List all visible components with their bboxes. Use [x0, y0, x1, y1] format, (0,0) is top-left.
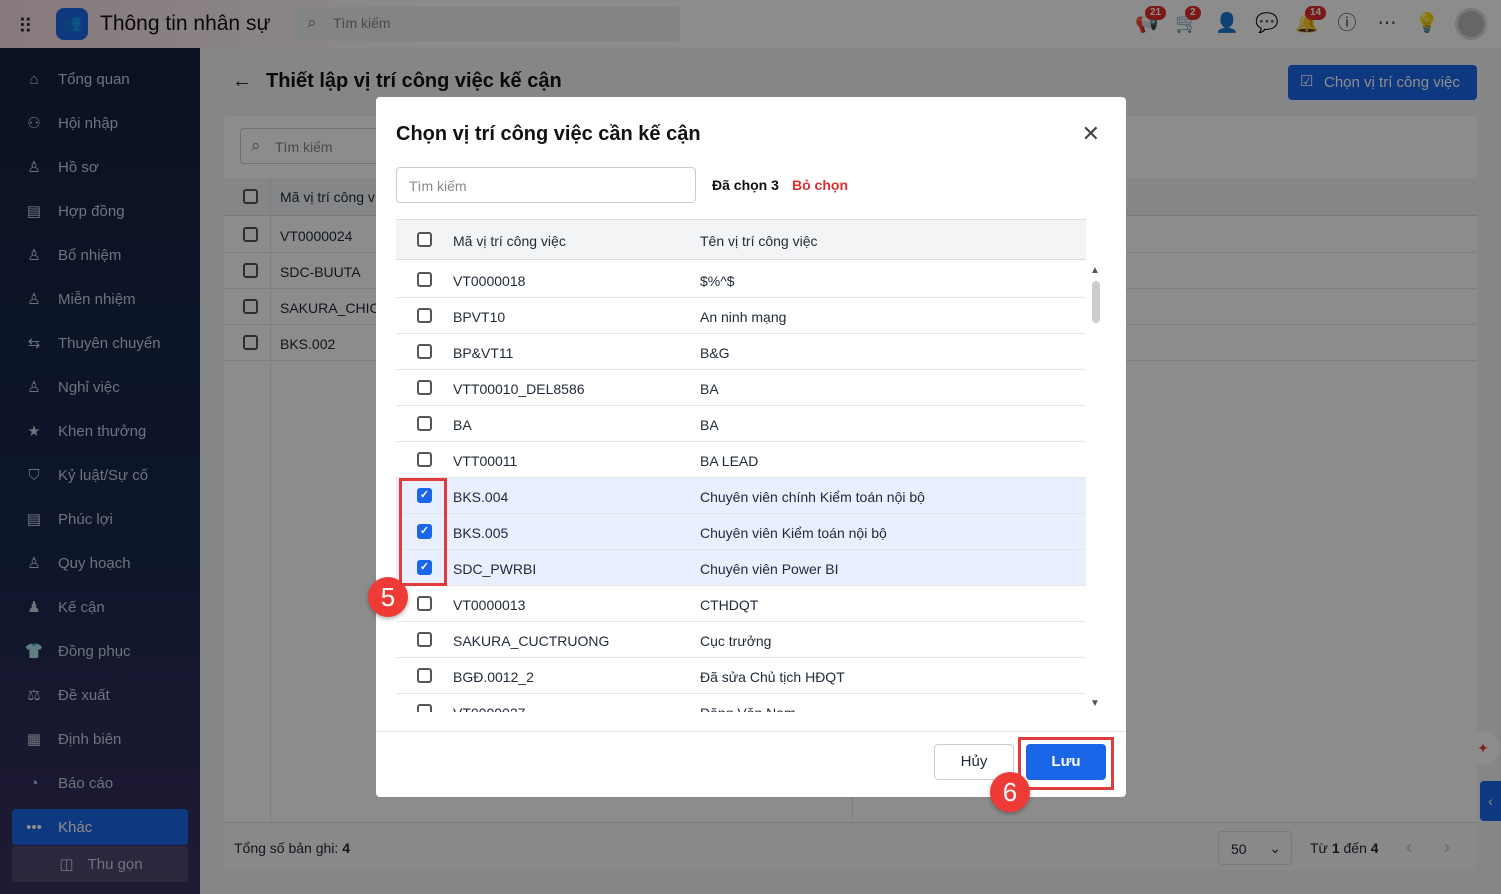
position-name: Chuyên viên Power BI — [700, 561, 839, 577]
annotation-box-checkboxes — [399, 478, 447, 586]
position-code: VT0000013 — [453, 597, 526, 613]
row-checkbox[interactable] — [417, 452, 432, 467]
annotation-box-save — [1018, 737, 1114, 790]
position-name: BA — [700, 417, 719, 433]
scroll-down-icon[interactable]: ▼ — [1090, 698, 1100, 709]
row-checkbox[interactable] — [417, 380, 432, 395]
position-code: SAKURA_CUCTRUONG — [453, 633, 610, 649]
list-item[interactable]: VT0000018 $%^$ — [396, 262, 1086, 298]
list-item[interactable]: SAKURA_CUCTRUONG Cục trưởng — [396, 622, 1086, 658]
position-code: SDC_PWRBI — [453, 561, 537, 577]
modal-table-header: Mã vị trí công việc Tên vị trí công việc — [396, 219, 1086, 260]
list-item[interactable]: BGĐ.0012_2 Đã sửa Chủ tịch HĐQT — [396, 658, 1086, 694]
position-code: BKS.005 — [453, 525, 509, 541]
list-item[interactable]: VT0000027 Đặng Văn Nam — [396, 694, 1086, 712]
modal-title: Chọn vị trí công việc cần kế cận — [396, 123, 701, 145]
close-icon[interactable]: ✕ — [1082, 121, 1100, 147]
list-item[interactable]: BA BA — [396, 406, 1086, 442]
row-checkbox[interactable] — [417, 704, 432, 712]
position-code: VTT00010_DEL8586 — [453, 381, 585, 397]
list-item[interactable]: VT0000013 CTHDQT — [396, 586, 1086, 622]
row-checkbox[interactable] — [417, 668, 432, 683]
select-all-checkbox[interactable] — [417, 232, 432, 247]
position-name: Đã sửa Chủ tịch HĐQT — [700, 669, 845, 685]
select-position-modal: Chọn vị trí công việc cần kế cận ✕ Tìm k… — [376, 97, 1126, 797]
search-placeholder: Tìm kiếm — [409, 178, 467, 194]
row-checkbox[interactable] — [417, 344, 432, 359]
list-item[interactable]: BP&VT11 B&G — [396, 334, 1086, 370]
modal-search-input[interactable]: Tìm kiếm — [396, 167, 696, 203]
col-name-header: Tên vị trí công việc — [700, 233, 818, 249]
row-checkbox[interactable] — [417, 632, 432, 647]
position-code: BP&VT11 — [453, 345, 514, 361]
selected-count: Đã chọn 3 — [712, 177, 779, 193]
modal-table-body: VT0000018 $%^$ BPVT10 An ninh mạng BP&VT11 B&… — [376, 262, 1126, 712]
row-checkbox[interactable] — [417, 272, 432, 287]
step-5-marker: 5 — [368, 577, 408, 617]
position-code: BKS.004 — [453, 489, 509, 505]
list-item[interactable]: ✓ SDC_PWRBI Chuyên viên Power BI — [396, 550, 1086, 586]
list-item[interactable]: BPVT10 An ninh mạng — [396, 298, 1086, 334]
unselect-link[interactable]: Bỏ chọn — [792, 177, 848, 193]
list-item[interactable]: VTT00010_DEL8586 BA — [396, 370, 1086, 406]
col-code-header: Mã vị trí công việc — [453, 233, 566, 249]
footer-divider — [376, 731, 1126, 732]
position-name: Chuyên viên chính Kiểm toán nội bộ — [700, 489, 925, 505]
position-code: BGĐ.0012_2 — [453, 669, 534, 685]
position-code: BA — [453, 417, 472, 433]
position-name: $%^$ — [700, 273, 735, 289]
position-name: An ninh mạng — [700, 309, 787, 325]
position-code: VT0000027 — [453, 705, 525, 712]
list-item[interactable]: VTT00011 BA LEAD — [396, 442, 1086, 478]
list-item[interactable]: ✓ BKS.004 Chuyên viên chính Kiểm toán nội … — [396, 478, 1086, 514]
row-checkbox[interactable] — [417, 308, 432, 323]
position-code: VTT00011 — [453, 453, 518, 469]
scrollbar-thumb[interactable] — [1092, 281, 1100, 323]
row-checkbox[interactable] — [417, 596, 432, 611]
position-code: VT0000018 — [453, 273, 526, 289]
position-name: CTHDQT — [700, 597, 759, 613]
position-code: BPVT10 — [453, 309, 506, 325]
position-name: Cục trưởng — [700, 633, 772, 649]
position-name: B&G — [700, 345, 730, 361]
list-item[interactable]: ✓ BKS.005 Chuyên viên Kiểm toán nội bộ — [396, 514, 1086, 550]
position-name: Đặng Văn Nam — [700, 705, 796, 712]
step-6-marker: 6 — [990, 772, 1030, 812]
position-name: Chuyên viên Kiểm toán nội bộ — [700, 525, 887, 541]
position-name: BA — [700, 381, 719, 397]
position-name: BA LEAD — [700, 453, 759, 469]
scroll-up-icon[interactable]: ▲ — [1090, 265, 1100, 276]
row-checkbox[interactable] — [417, 416, 432, 431]
